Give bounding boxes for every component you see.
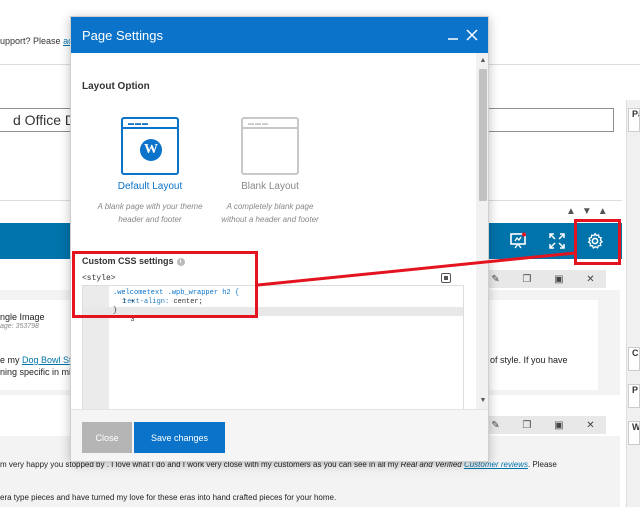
default-layout-option[interactable]: ▬▬▬ W Default Layout A blank page with y… [94, 111, 234, 231]
fullscreen-icon[interactable] [545, 229, 569, 253]
sidebar-box-p[interactable]: P [628, 384, 640, 408]
close-button[interactable]: Close [82, 422, 132, 453]
support-notice-text: upport? Please [0, 36, 61, 46]
page-settings-modal: Page Settings Layout Option ▬▬▬ W Defaul… [70, 16, 489, 462]
modal-footer: Close Save changes [71, 409, 488, 461]
chip-icon[interactable] [441, 273, 451, 283]
sidebar-box-c[interactable]: C [628, 347, 640, 371]
scroll-down-icon[interactable]: ▼ [479, 397, 487, 405]
modal-title: Page Settings [82, 28, 163, 43]
layout-option-label: Layout Option [82, 81, 150, 92]
save-changes-button[interactable]: Save changes [134, 422, 225, 453]
edit-icon[interactable]: ✎ [491, 420, 499, 431]
default-layout-description: A blank page with your theme header and … [97, 202, 203, 224]
default-layout-name: Default Layout [117, 181, 183, 192]
body-text-3-end: . Please [527, 460, 557, 469]
modal-body: Layout Option ▬▬▬ W Default Layout A bla… [71, 53, 476, 409]
sidebar-box-page[interactable]: Pa [628, 108, 640, 132]
wordpress-logo-icon: W [140, 139, 162, 161]
body-text-2: ning specific in mi [0, 367, 72, 377]
copy-icon[interactable]: ❐ [522, 274, 531, 285]
edit-icon[interactable]: ✎ [491, 274, 499, 285]
modal-scrollbar[interactable]: ▲ ▼ [476, 53, 488, 409]
blank-layout-name: Blank Layout [241, 181, 299, 192]
clipboard-icon[interactable]: ▣ [554, 274, 563, 285]
delete-icon[interactable]: ✕ [586, 420, 594, 431]
blank-page-icon: ▬▬▬ [241, 117, 299, 175]
body-text-1-right: of style. If you have [490, 355, 568, 365]
blank-layout-option[interactable]: ▬▬▬ Blank Layout A completely blank page… [214, 111, 354, 231]
annotation-box-css [72, 251, 258, 318]
body-text-1: e my Dog Bowl Sta [0, 355, 77, 365]
copy-icon[interactable]: ❐ [522, 420, 531, 431]
wordpress-page-icon: ▬▬▬ W [121, 117, 179, 175]
scroll-up-icon[interactable]: ▲ [479, 57, 487, 65]
blank-layout-description: A completely blank page without a header… [221, 202, 319, 224]
scroll-thumb[interactable] [479, 69, 487, 201]
clipboard-icon[interactable]: ▣ [554, 420, 563, 431]
window-dots: ▬▬▬ [248, 121, 269, 127]
presentation-icon[interactable] [506, 229, 530, 253]
annotation-box-gear [574, 219, 621, 265]
right-sidebar [626, 100, 640, 507]
body-text-1-prefix: e my [0, 355, 20, 365]
panel-collapse-arrows[interactable]: ▲▼▲ [566, 206, 614, 217]
modal-header: Page Settings [71, 17, 488, 53]
close-icon[interactable] [463, 26, 481, 44]
delete-icon[interactable]: ✕ [586, 274, 594, 285]
body-text-4: era type pieces and have turned my love … [0, 493, 337, 502]
sidebar-box-w[interactable]: W [628, 421, 640, 445]
image-id: age: 353798 [0, 323, 39, 330]
minimize-icon[interactable] [444, 26, 462, 44]
row-controls-2[interactable]: ✎ ❐ ▣ ✕ [480, 416, 606, 434]
dog-bowl-link[interactable]: Dog Bowl Sta [22, 355, 77, 365]
row-controls[interactable]: ✎ ❐ ▣ ✕ [480, 270, 606, 288]
single-image-label: ngle Image [0, 312, 45, 322]
window-dots: ▬▬▬ [128, 121, 149, 127]
